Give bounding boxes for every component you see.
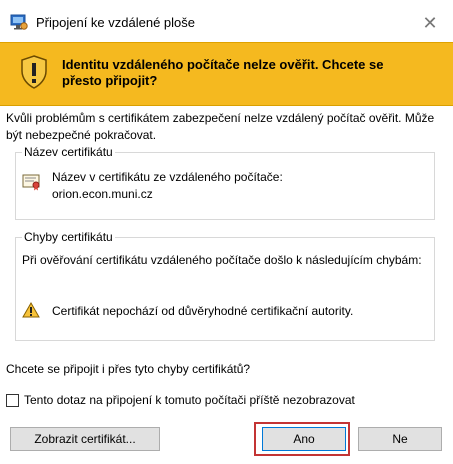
banner-message: Identitu vzdáleného počítače nelze ověři… (62, 57, 384, 88)
connect-question: Chcete se připojit i přes tyto chyby cer… (6, 362, 251, 376)
warning-banner: Identitu vzdáleného počítače nelze ověři… (0, 42, 453, 106)
show-certificate-button[interactable]: Zobrazit certifikát... (10, 427, 160, 451)
certificate-errors-group: Chyby certifikátu Při ověřování certifik… (15, 229, 435, 341)
warning-shield-icon (20, 55, 48, 89)
certificate-name-legend: Název certifikátu (22, 144, 115, 160)
dont-ask-again-checkbox[interactable] (6, 393, 19, 407)
remote-desktop-icon (10, 14, 28, 30)
certificate-name-value: orion.econ.muni.cz (52, 187, 153, 201)
title-bar: Připojení ke vzdálené ploše ✕ (0, 0, 453, 42)
certificate-error-item: Certifikát nepochází od důvěryhodné cert… (52, 304, 354, 318)
certificate-icon (22, 173, 42, 191)
window-title: Připojení ke vzdálené ploše (36, 15, 195, 30)
certificate-name-info: Název v certifikátu ze vzdáleného počíta… (52, 169, 283, 203)
intro-text: Kvůli problémům s certifikátem zabezpeče… (6, 111, 435, 142)
dont-ask-again-row[interactable]: Tento dotaz na připojení k tomuto počíta… (6, 393, 355, 407)
close-button[interactable]: ✕ (407, 8, 453, 38)
certificate-name-group: Název certifikátu Název v certifikátu ze… (15, 144, 435, 220)
close-icon: ✕ (422, 12, 438, 33)
yes-button[interactable]: Ano (262, 427, 346, 451)
certificate-errors-description: Při ověřování certifikátu vzdáleného poč… (22, 253, 422, 267)
certificate-errors-legend: Chyby certifikátu (22, 229, 115, 245)
dont-ask-again-label[interactable]: Tento dotaz na připojení k tomuto počíta… (24, 393, 355, 407)
warning-icon (22, 301, 40, 318)
certificate-name-label: Název v certifikátu ze vzdáleného počíta… (52, 170, 283, 184)
no-button[interactable]: Ne (358, 427, 442, 451)
